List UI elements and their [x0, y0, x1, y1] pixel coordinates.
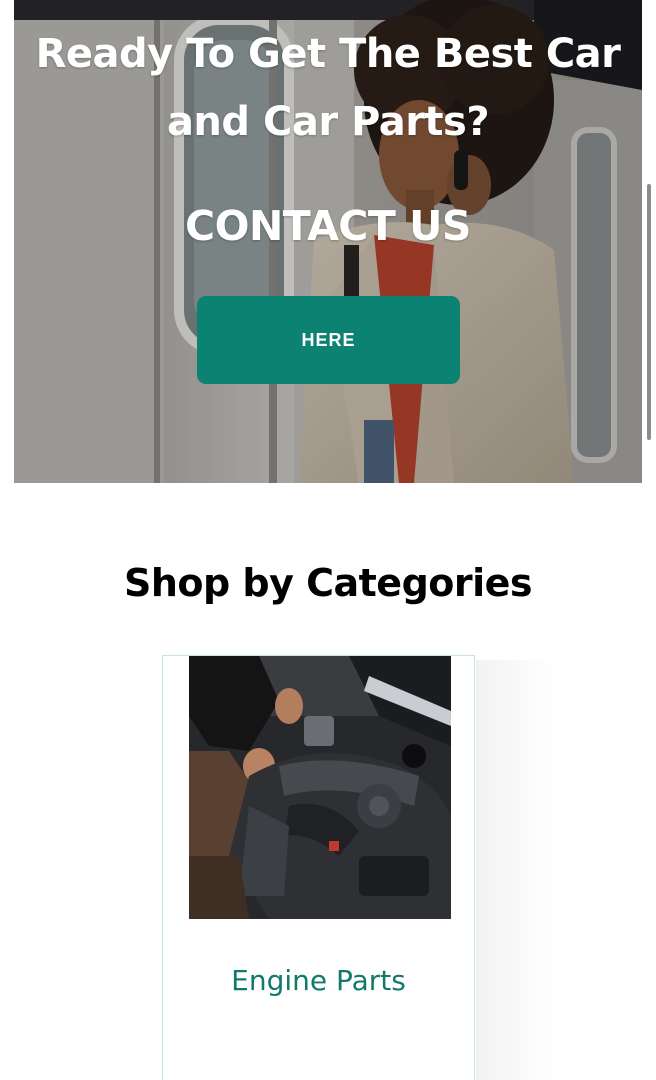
contact-here-button[interactable]: HERE — [197, 296, 460, 384]
contact-us-heading: CONTACT US — [185, 202, 471, 250]
card-shadow — [476, 660, 556, 1080]
engine-bay-photo — [189, 656, 451, 919]
contact-hero-banner: Ready To Get The Best Car and Car Parts?… — [14, 0, 642, 483]
engine-parts-image[interactable] — [189, 656, 451, 919]
page: Ready To Get The Best Car and Car Parts?… — [0, 0, 656, 1080]
page-scrollbar-thumb[interactable] — [647, 184, 651, 440]
category-card-engine-parts[interactable]: Engine Parts — [162, 655, 475, 1080]
category-label-engine-parts[interactable]: Engine Parts — [163, 961, 474, 1001]
shop-by-categories-heading: Shop by Categories — [123, 560, 533, 605]
hero-title: Ready To Get The Best Car and Car Parts? — [35, 31, 621, 145]
